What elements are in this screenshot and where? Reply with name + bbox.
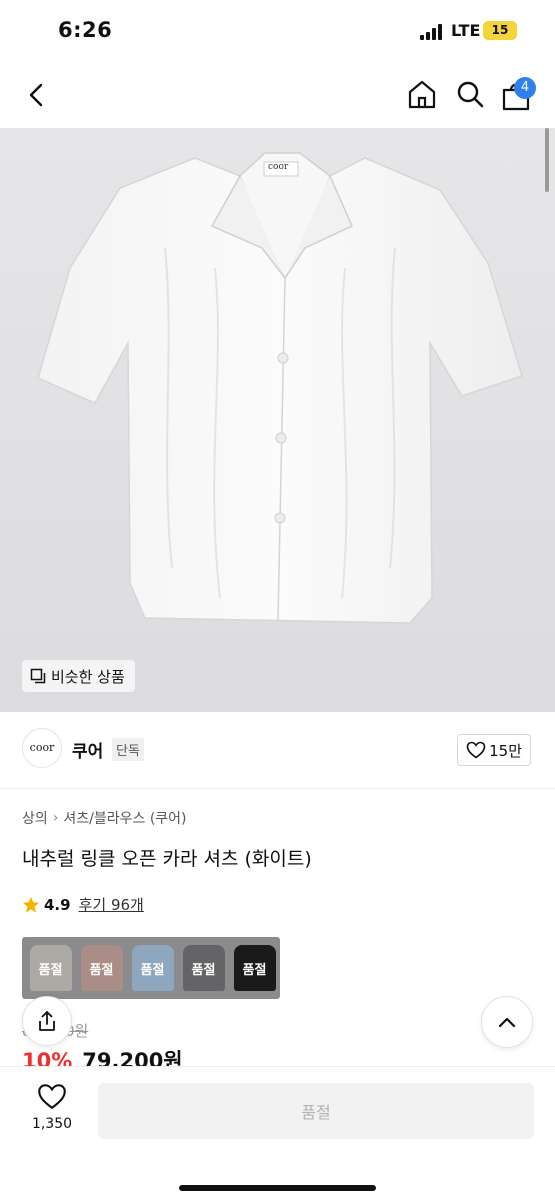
- brand-row: coor 쿠어 단독 15만: [0, 712, 555, 788]
- similar-icon: [30, 668, 46, 684]
- star-icon: [22, 896, 40, 912]
- breadcrumb-subcategory[interactable]: 셔츠/블라우스 (쿠어): [63, 808, 186, 828]
- review-link[interactable]: 후기 96개: [79, 894, 144, 915]
- sold-out-label: 품절: [242, 962, 267, 978]
- sold-out-label: 품절: [191, 962, 216, 978]
- share-icon: [39, 1011, 55, 1031]
- rating-row: 4.9 후기 96개: [22, 894, 144, 915]
- sold-out-label: 품절: [38, 962, 63, 978]
- cart-button[interactable]: 4: [500, 77, 536, 112]
- similar-products-label: 비슷한 상품: [51, 667, 125, 686]
- color-option[interactable]: 품절: [25, 940, 76, 996]
- product-title: 내추럴 링클 오픈 카라 셔츠 (화이트): [22, 848, 312, 870]
- color-option[interactable]: 품절: [178, 940, 229, 996]
- image-scrollbar: [545, 128, 549, 192]
- chevron-right-icon: ›: [52, 810, 59, 826]
- brand-like-button[interactable]: 15만: [457, 734, 531, 766]
- status-bar: 6:26 LTE 15: [0, 0, 555, 62]
- color-options: 품절 품절 품절 품절 품절: [22, 937, 280, 999]
- sold-out-button[interactable]: 품절: [98, 1083, 534, 1139]
- network-label: LTE: [451, 21, 481, 40]
- breadcrumb: 상의 › 셔츠/블라우스 (쿠어): [22, 808, 187, 828]
- brand-logo[interactable]: coor: [22, 728, 62, 768]
- battery-icon: 15: [483, 21, 517, 40]
- wishlist-button[interactable]: 1,350: [22, 1083, 82, 1132]
- search-icon[interactable]: [454, 78, 486, 110]
- divider: [0, 788, 555, 789]
- shirt-brand-label: coor: [268, 162, 289, 172]
- scroll-top-button[interactable]: [481, 996, 533, 1048]
- exclusive-badge: 단독: [112, 738, 144, 761]
- color-option[interactable]: 품절: [229, 940, 280, 996]
- chevron-up-icon: [498, 1017, 516, 1028]
- heart-icon: [466, 741, 486, 759]
- shirt-illustration: [37, 152, 523, 624]
- share-button[interactable]: [22, 996, 72, 1046]
- home-indicator: [179, 1185, 376, 1191]
- status-time: 6:26: [58, 18, 113, 42]
- home-icon[interactable]: [406, 78, 438, 110]
- wishlist-count: 1,350: [31, 1116, 73, 1132]
- back-icon[interactable]: [22, 80, 52, 110]
- similar-products-button[interactable]: 비슷한 상품: [22, 660, 135, 692]
- brand-like-count: 15만: [489, 741, 522, 760]
- color-option[interactable]: 품절: [127, 940, 178, 996]
- signal-icon: [420, 24, 442, 40]
- sold-out-label: 품절: [89, 962, 114, 978]
- top-nav: 4: [0, 62, 555, 128]
- brand-name[interactable]: 쿠어: [72, 737, 103, 762]
- color-option[interactable]: 품절: [76, 940, 127, 996]
- bottom-purchase-bar: 1,350 품절: [0, 1066, 555, 1200]
- sold-out-label: 품절: [140, 962, 165, 978]
- breadcrumb-category[interactable]: 상의: [22, 808, 48, 828]
- product-image[interactable]: coor 비슷한 상품: [0, 128, 555, 712]
- cart-count-badge: 4: [514, 77, 536, 99]
- rating-score: 4.9: [44, 895, 71, 914]
- heart-icon: [38, 1084, 66, 1110]
